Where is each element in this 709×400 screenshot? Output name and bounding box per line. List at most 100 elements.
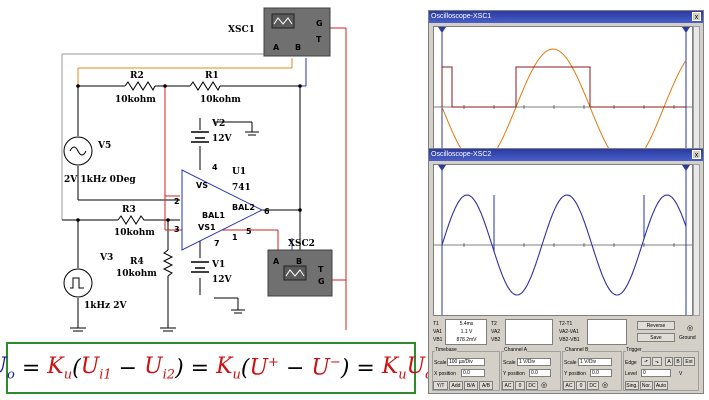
oscilloscope-xsc1-window[interactable]: Oscilloscope-XSC1 x (428, 10, 704, 166)
vb1-label: VA1 (433, 329, 443, 335)
trigger-auto-button[interactable]: Auto (654, 381, 668, 390)
channel-b-scale-label: Scale (564, 360, 577, 366)
mode-ab-button[interactable]: A/B (479, 381, 493, 390)
v1-value: 12V (212, 275, 233, 285)
u1-pin-2: 2 (174, 197, 180, 206)
channel-a-radio-icon[interactable]: ◎ (541, 381, 547, 389)
xsc1-pin-a: A (273, 43, 280, 52)
formula-paren-1: ( (72, 355, 81, 381)
xsc2-pin-g: G (318, 277, 325, 286)
r3-value: 10kohm (114, 228, 155, 238)
ground-radio-icon[interactable]: ◎ (687, 324, 693, 332)
va2va1-label: VA2-VA1 (559, 329, 579, 335)
r3-symbol (117, 215, 146, 225)
xsc1-pin-b: B (295, 43, 301, 52)
channel-b-ac-button[interactable]: AC (563, 381, 575, 390)
t2-readout (505, 319, 553, 345)
timebase-xpos-field[interactable]: 0.0 (461, 369, 485, 377)
channel-b-radio-icon[interactable]: ◎ (602, 381, 608, 389)
save-button[interactable]: Save (637, 333, 675, 342)
r4-name: R4 (130, 257, 144, 267)
trigger-normal-button[interactable]: Nor. (640, 381, 653, 390)
channel-b-dc-button[interactable]: DC (587, 381, 599, 390)
scope2-title: Oscilloscope-XSC2 (431, 151, 492, 158)
channel-b-ypos-field[interactable]: 0.0 (590, 369, 612, 377)
u1-pin-6: 6 (264, 207, 270, 216)
u1-bal1: BAL1 (202, 211, 225, 220)
formula-uminus: U− (311, 355, 341, 381)
trigger-edge-label: Edge (625, 360, 637, 366)
scope1-titlebar[interactable]: Oscilloscope-XSC1 x (429, 11, 703, 23)
u1-model: 741 (232, 183, 251, 193)
trigger-ext-button[interactable]: Ext (683, 357, 695, 366)
t1-v2: 878.2mV (456, 337, 477, 343)
formula-eq-1: = (14, 355, 48, 381)
channel-b-zero-button[interactable]: 0 (576, 381, 586, 390)
channel-b-ypos-label: Y position (564, 371, 586, 377)
xsc1-pin-g: G (316, 19, 323, 28)
timebase-scale-label: Scale (434, 360, 447, 366)
channel-a-ypos-field[interactable]: 0.0 (529, 369, 551, 377)
va1-label: VB1 (433, 337, 443, 343)
reverse-button[interactable]: Reverse (637, 321, 675, 330)
formula-ku-2: Ku (216, 353, 241, 383)
scope2-scrollbar[interactable] (693, 164, 700, 316)
xsc2-label: XSC2 (288, 239, 315, 249)
scope2-titlebar[interactable]: Oscilloscope-XSC2 x (429, 149, 703, 161)
r1-symbol (189, 81, 221, 92)
v2-name: V2 (211, 119, 225, 129)
t1-time: 5.4ms (459, 321, 474, 327)
channel-b-label: Channel B (565, 347, 589, 353)
channel-b-scale-field[interactable]: 1 V/Div (578, 358, 612, 366)
formula-ku-1: Ku (47, 353, 73, 383)
scope1-screen (433, 26, 693, 166)
trigger-falling-edge-icon[interactable]: ⬎ (652, 357, 662, 366)
mode-yt-button[interactable]: Y/T (433, 381, 448, 390)
trigger-single-button[interactable]: Sing. (625, 381, 639, 390)
formula-uo: Uo (0, 354, 15, 383)
formula-uplus: U+ (249, 355, 279, 381)
formula-minus-1: − (111, 355, 145, 381)
v3-name: V3 (99, 253, 113, 263)
trigger-level-label: Level (625, 371, 637, 377)
r4-value: 10kohm (116, 269, 157, 279)
v5-name: V5 (97, 141, 111, 151)
formula-ku-3: Ku (381, 353, 407, 383)
channel-a-scale-field[interactable]: 1 V/Div (517, 358, 551, 366)
scope2-waveforms (434, 165, 692, 315)
scope1-title: Oscilloscope-XSC1 (431, 13, 492, 20)
u1-bal2: BAL2 (232, 203, 255, 212)
channel-a-ypos-label: Y position (503, 371, 525, 377)
v2-value: 12V (212, 134, 233, 144)
channel-a-dc-button[interactable]: DC (526, 381, 538, 390)
timebase-scale-field[interactable]: 100 µs/Div (447, 358, 485, 366)
channel-a-zero-button[interactable]: 0 (515, 381, 525, 390)
timebase-label: Timebase (435, 347, 457, 353)
vb2-label: VA2 (491, 329, 501, 335)
scope1-close-button[interactable]: x (692, 12, 701, 21)
t1-readout: 5.4ms 1.1 V 878.2mV (445, 319, 487, 345)
formula-box: Uo = Ku ( Ui1 − Ui2 ) = Ku ( U+ − U− ) =… (0, 342, 434, 394)
oscilloscope-xsc2-window[interactable]: Oscilloscope-XSC2 x T1 VA1 VB1 5.4ms 1.1… (428, 148, 704, 394)
u1-pin-vs1: VS1 (198, 223, 216, 232)
trigger-b-button[interactable]: B (674, 357, 682, 366)
xsc2-pin-t: T (318, 265, 324, 274)
xsc2-pin-b: B (296, 257, 302, 266)
trigger-level-unit: V (679, 371, 683, 377)
trigger-rising-edge-icon[interactable]: ⬏ (641, 357, 651, 366)
trigger-level-field[interactable]: 0 (641, 369, 671, 377)
scope1-scrollbar[interactable] (693, 26, 700, 149)
u1-pin-3: 3 (174, 225, 180, 234)
mode-ba-button[interactable]: B/A (464, 381, 478, 390)
vb2vb1-label: VB2-VB1 (559, 337, 580, 343)
trigger-a-button[interactable]: A (665, 357, 673, 366)
timebase-xpos-label: X position (434, 371, 456, 377)
scope2-close-button[interactable]: x (692, 150, 701, 159)
t2t1-label: T2-T1 (559, 321, 573, 327)
formula-ui1: Ui1 (80, 353, 112, 383)
channel-a-ac-button[interactable]: AC (502, 381, 514, 390)
va2-label: VB2 (491, 337, 501, 343)
formula-paren-3: ( (240, 355, 250, 381)
mode-add-button[interactable]: Add (449, 381, 463, 390)
v3-source-symbol (63, 268, 93, 298)
